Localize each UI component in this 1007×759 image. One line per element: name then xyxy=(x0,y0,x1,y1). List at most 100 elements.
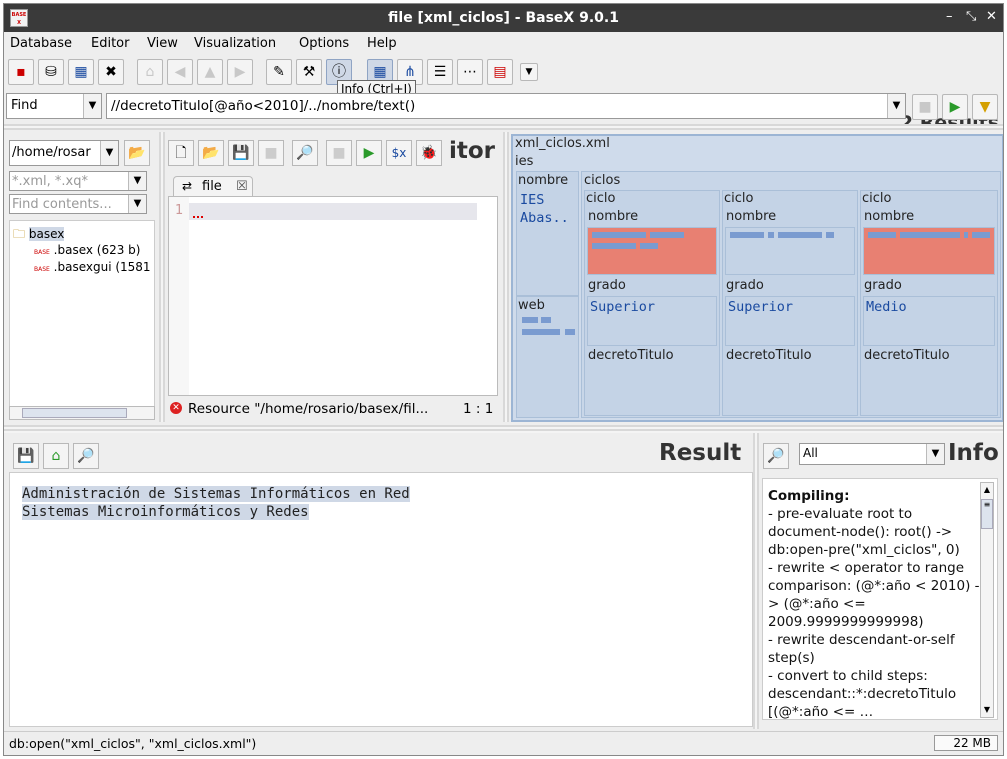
map-nombre-cell[interactable]: nombre IES Abas.. xyxy=(516,171,579,296)
editor-title: itor xyxy=(449,138,496,164)
text-preview-bar xyxy=(730,232,764,238)
menu-editor[interactable]: Editor xyxy=(91,36,129,51)
open-database-icon[interactable]: ⛁ xyxy=(38,59,64,85)
minimize-button[interactable]: – xyxy=(946,9,953,24)
query-text: //decretoTitulo[@año<2010]/../nombre/tex… xyxy=(111,98,416,114)
close-tab-icon[interactable]: ☒ xyxy=(236,179,248,194)
text-preview-bar xyxy=(778,232,822,238)
forward-icon[interactable]: ▶ xyxy=(227,59,253,85)
editor-pane: 🗋 📂 💾 ■ 🔎 ■ ▶ $x 🐞 itor ⇄ file ☒ 1 ✕ Res… xyxy=(165,132,503,422)
search-icon[interactable]: 🔎 xyxy=(763,443,789,469)
find-contents-input[interactable]: Find contents... ▼ xyxy=(9,194,147,214)
filter-icon[interactable]: ▼ xyxy=(972,94,998,120)
info-filter-select[interactable]: All ▼ xyxy=(799,443,945,465)
more-views-dropdown-icon[interactable]: ▼ xyxy=(520,63,538,81)
map-nombre-highlight[interactable] xyxy=(587,227,717,275)
save-file-icon[interactable]: 💾 xyxy=(228,140,254,166)
table-view-icon[interactable]: ▤ xyxy=(487,59,513,85)
map-grado-cell[interactable]: Superior xyxy=(587,296,717,346)
chevron-down-icon: ▼ xyxy=(926,444,944,464)
map-web-cell[interactable]: web xyxy=(516,296,579,418)
search-icon[interactable]: 🔎 xyxy=(292,140,318,166)
text-preview-bar xyxy=(522,317,538,323)
status-text: db:open("xml_ciclos", "xml_ciclos.xml") xyxy=(9,736,257,751)
new-database-icon[interactable]: ▪ xyxy=(8,59,34,85)
file-filter-input[interactable]: *.xml, *.xq* ▼ xyxy=(9,171,147,191)
map-nombre-cell[interactable] xyxy=(725,227,855,275)
text-preview-bar xyxy=(565,329,575,335)
line-number: 1 xyxy=(175,203,184,218)
map-ciclo-cell[interactable]: ciclo nombre grado Superior decretoTitul… xyxy=(584,190,720,416)
memory-value: 22 MB xyxy=(953,736,991,750)
menu-help[interactable]: Help xyxy=(367,36,397,51)
query-input[interactable]: //decretoTitulo[@año<2010]/../nombre/tex… xyxy=(106,93,906,119)
tree-horizontal-scrollbar[interactable] xyxy=(9,406,155,420)
back-icon[interactable]: ◀ xyxy=(167,59,193,85)
new-file-icon[interactable]: 🗋 xyxy=(168,140,194,166)
up-icon[interactable]: ▲ xyxy=(197,59,223,85)
tree-item-file[interactable]: BASE .basex (623 b) xyxy=(34,243,140,257)
chevron-down-icon: ▼ xyxy=(128,172,146,190)
map-grado-cell[interactable]: Superior xyxy=(725,296,855,346)
folder-view-icon[interactable]: ☰ xyxy=(427,59,453,85)
map-ciclo-cell[interactable]: ciclo nombre grado Medio decretoTitulo xyxy=(860,190,998,416)
home-icon[interactable]: ⌂ xyxy=(43,443,69,469)
stop-icon[interactable]: ■ xyxy=(326,140,352,166)
info-scrollbar[interactable]: ▲ ≡ ▼ xyxy=(980,482,994,718)
error-icon: ✕ xyxy=(170,402,182,414)
menu-visualization[interactable]: Visualization xyxy=(194,36,276,51)
map-ciclo-label: ciclo xyxy=(862,191,892,206)
menu-database[interactable]: Database xyxy=(10,36,72,51)
project-toggle-icon[interactable]: ⚒ xyxy=(296,59,322,85)
map-view[interactable]: xml_ciclos.xml ies nombre IES Abas.. web… xyxy=(511,134,1003,422)
scroll-up-icon[interactable]: ▲ xyxy=(981,483,993,497)
tree-item-file[interactable]: BASE .basexgui (1581 xyxy=(34,260,151,274)
home-icon[interactable]: ⌂ xyxy=(137,59,163,85)
run-icon[interactable]: ▶ xyxy=(356,140,382,166)
text-preview-bar xyxy=(592,243,636,249)
top-splitter[interactable] xyxy=(4,124,1003,130)
result-info-splitter[interactable] xyxy=(753,433,759,729)
scroll-down-icon[interactable]: ▼ xyxy=(981,703,993,717)
editor-toggle-icon[interactable]: ✎ xyxy=(266,59,292,85)
project-pane: /home/rosar ▼ 📂 *.xml, *.xq* ▼ Find cont… xyxy=(6,132,158,422)
middle-splitter[interactable] xyxy=(4,425,1003,433)
scrollbar-thumb[interactable] xyxy=(22,408,127,418)
map-nombre-highlight[interactable] xyxy=(863,227,995,275)
map-grado-cell[interactable]: Medio xyxy=(863,296,995,346)
find-mode-select[interactable]: Find ▼ xyxy=(6,93,102,119)
file-tab-icon: ⇄ xyxy=(182,179,193,193)
code-editor[interactable]: 1 xyxy=(168,196,498,396)
title-bar[interactable]: BASE X file [xml_ciclos] - BaseX 9.0.1 – … xyxy=(4,4,1003,32)
result-text-area[interactable]: Administración de Sistemas Informáticos … xyxy=(9,472,753,727)
search-icon[interactable]: 🔎 xyxy=(73,443,99,469)
close-button[interactable]: ✕ xyxy=(986,9,997,24)
open-file-icon[interactable]: 📂 xyxy=(198,140,224,166)
info-filter-value: All xyxy=(803,446,818,460)
menu-options[interactable]: Options xyxy=(299,36,349,51)
plot-view-icon[interactable]: ⋯ xyxy=(457,59,483,85)
map-ciclo-cell[interactable]: ciclo nombre grado Superior decretoTitul… xyxy=(722,190,858,416)
run-query-icon[interactable]: ▶ xyxy=(942,94,968,120)
stop-icon[interactable]: ■ xyxy=(912,94,938,120)
window-title: file [xml_ciclos] - BaseX 9.0.1 xyxy=(388,10,619,26)
close-file-icon[interactable]: ■ xyxy=(258,140,284,166)
choose-directory-icon[interactable]: 📂 xyxy=(124,140,150,166)
memory-indicator[interactable]: 22 MB xyxy=(934,735,998,751)
map-grado-value: Medio xyxy=(866,299,907,315)
test-icon[interactable]: $x xyxy=(386,140,412,166)
properties-icon[interactable]: ▦ xyxy=(68,59,94,85)
save-result-icon[interactable]: 💾 xyxy=(13,443,39,469)
maximize-button[interactable]: ⤡ xyxy=(966,9,976,24)
debug-icon[interactable]: 🐞 xyxy=(416,140,442,166)
map-ciclos-cell[interactable]: ciclos ciclo nombre grado Superior decre… xyxy=(581,171,1001,418)
text-preview-bar xyxy=(964,232,968,238)
editor-map-splitter[interactable] xyxy=(503,132,509,422)
project-path-select[interactable]: /home/rosar ▼ xyxy=(9,140,119,166)
menu-view[interactable]: View xyxy=(147,36,178,51)
close-database-icon[interactable]: ✖ xyxy=(98,59,124,85)
cursor-position: 1 : 1 xyxy=(463,401,494,417)
tab-file[interactable]: ⇄ file ☒ xyxy=(173,176,253,197)
text-preview-bar xyxy=(900,232,960,238)
scrollbar-thumb[interactable]: ≡ xyxy=(981,499,993,529)
